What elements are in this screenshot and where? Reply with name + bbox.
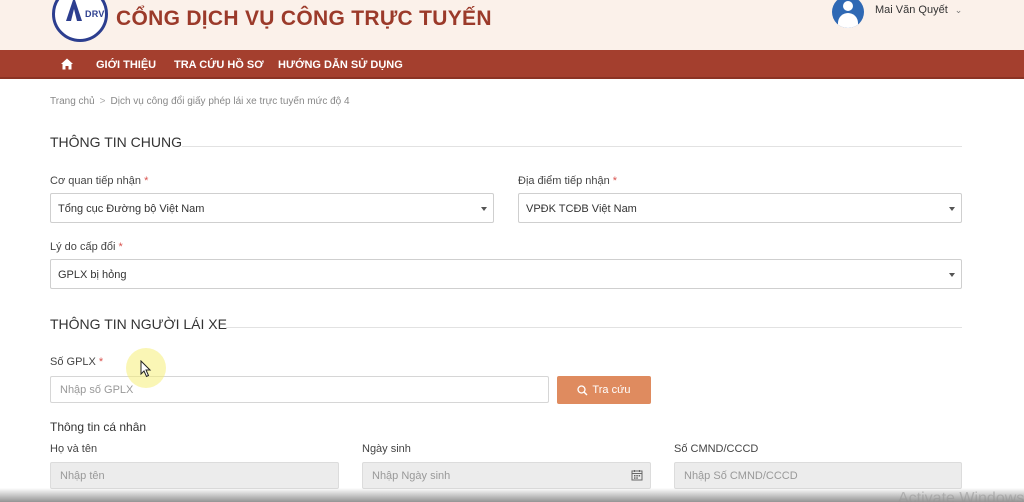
reason-select-value: GPLX bị hỏng — [58, 269, 127, 281]
driver-info-title: THÔNG TIN NGƯỜI LÁI XE — [50, 316, 227, 332]
agency-select-value: Tổng cục Đường bộ Việt Nam — [58, 203, 205, 215]
chevron-down-icon: ⌄ — [954, 4, 963, 15]
nav-item-guide[interactable]: HƯỚNG DẪN SỬ DỤNG — [278, 59, 403, 71]
personal-info-title: Thông tin cá nhân — [50, 420, 147, 434]
dropdown-arrow-icon — [949, 273, 955, 277]
logo-text: DRVN — [85, 9, 105, 19]
id-number-input[interactable] — [674, 462, 962, 489]
dropdown-arrow-icon — [949, 207, 955, 211]
calendar-icon[interactable] — [631, 469, 643, 481]
home-icon[interactable] — [60, 57, 74, 71]
lookup-button[interactable]: Tra cứu — [557, 376, 651, 404]
dob-label: Ngày sinh — [362, 443, 411, 455]
location-select[interactable]: VPĐK TCĐB Việt Nam — [518, 193, 962, 223]
required-marker: * — [144, 175, 149, 187]
activation-watermark: Activate Windows — [898, 490, 1024, 502]
search-icon — [577, 384, 588, 395]
breadcrumb-home[interactable]: Trang chủ — [50, 96, 95, 107]
id-number-label: Số CMND/CCCD — [674, 443, 759, 455]
license-number-input[interactable] — [50, 376, 549, 403]
breadcrumb-separator: > — [99, 96, 106, 107]
agency-label: Cơ quan tiếp nhận * — [50, 175, 148, 187]
general-info-title: THÔNG TIN CHUNG — [50, 134, 182, 150]
full-name-input[interactable] — [50, 462, 339, 489]
location-label: Địa điểm tiếp nhận * — [518, 175, 617, 187]
required-marker: * — [98, 356, 104, 368]
user-name: Mai Văn Quyết — [875, 4, 948, 16]
full-name-label: Họ và tên — [50, 443, 98, 455]
license-label-text: Số GPLX — [50, 356, 96, 368]
agency-select[interactable]: Tổng cục Đường bộ Việt Nam — [50, 193, 494, 223]
site-header: DRVN CỔNG DỊCH VỤ CÔNG TRỰC TUYẾN Mai Vă… — [0, 0, 1024, 50]
user-avatar-icon — [832, 0, 864, 28]
lookup-button-label: Tra cứu — [592, 384, 631, 396]
required-marker: * — [612, 175, 618, 187]
breadcrumb: Trang chủ > Dịch vụ công đổi giấy phép lái… — [50, 96, 350, 107]
reason-select[interactable]: GPLX bị hỏng — [50, 259, 962, 289]
license-label: Số GPLX * — [50, 356, 103, 368]
bottom-shadow — [0, 488, 1024, 502]
dropdown-arrow-icon — [481, 207, 487, 211]
mouse-cursor-icon — [140, 360, 152, 378]
location-select-value: VPĐK TCĐB Việt Nam — [526, 203, 637, 215]
required-marker: * — [118, 241, 123, 253]
reason-label: Lý do cấp đổi * — [50, 241, 123, 253]
road-logo-icon — [66, 0, 82, 21]
drvn-logo[interactable]: DRVN — [52, 0, 108, 42]
main-nav: GIỚI THIỆU TRA CỨU HỒ SƠ HƯỚNG DẪN SỬ DỤ… — [0, 50, 1024, 79]
nav-item-lookup[interactable]: TRA CỨU HỒ SƠ — [174, 59, 264, 71]
nav-item-intro[interactable]: GIỚI THIỆU — [96, 59, 156, 71]
dob-input[interactable] — [362, 462, 651, 489]
section-divider — [182, 146, 962, 147]
location-label-text: Địa điểm tiếp nhận — [518, 175, 610, 187]
breadcrumb-current: Dịch vụ công đổi giấy phép lái xe trực t… — [110, 96, 350, 107]
reason-label-text: Lý do cấp đổi — [50, 241, 116, 253]
site-title[interactable]: CỔNG DỊCH VỤ CÔNG TRỰC TUYẾN — [116, 7, 492, 31]
section-divider — [226, 327, 962, 328]
agency-label-text: Cơ quan tiếp nhận — [50, 175, 142, 187]
user-menu[interactable]: Mai Văn Quyết ⌄ — [832, 0, 962, 30]
